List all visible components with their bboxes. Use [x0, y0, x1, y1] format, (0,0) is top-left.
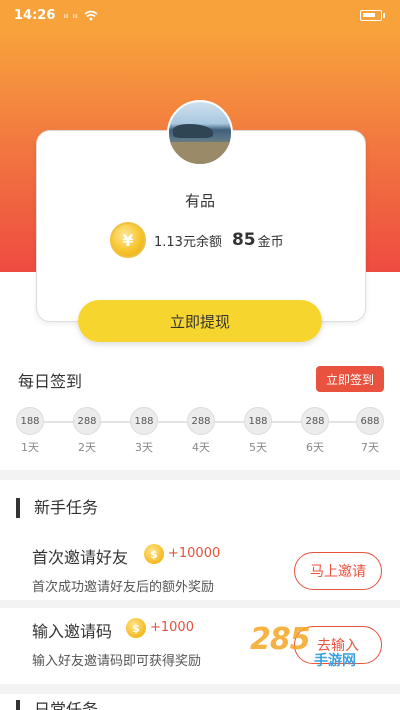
signin-day: 288 6天 — [300, 407, 330, 455]
signin-day-points: 188 — [130, 407, 158, 435]
signin-day: 288 2天 — [72, 407, 102, 455]
daily-signin-title: 每日签到 — [18, 372, 83, 391]
daily-tasks-title: 日常任务 — [16, 700, 98, 710]
signin-day-points: 188 — [244, 407, 272, 435]
withdraw-button[interactable]: 立即提现 — [78, 300, 322, 342]
signin-day: 288 4天 — [186, 407, 216, 455]
signin-day-label: 1天 — [21, 441, 39, 454]
status-bar: 14:26 ᵢₗₗ ᵢₗₗ — [0, 0, 400, 30]
avatar[interactable] — [167, 100, 233, 166]
cash-balance: 1.13元余额 — [154, 234, 222, 250]
signin-day-label: 3天 — [135, 441, 153, 454]
status-time: 14:26 — [14, 7, 56, 23]
signin-day: 688 7天 — [355, 407, 385, 455]
signal-icon: ᵢₗₗ — [63, 9, 69, 21]
section-divider — [0, 470, 400, 480]
signin-day-points: 688 — [356, 407, 384, 435]
task-reward: +1000 — [150, 620, 194, 635]
section-divider — [0, 684, 400, 694]
gold-amount: 85 — [231, 230, 256, 250]
coin-icon: $ — [144, 544, 164, 564]
task-divider — [0, 600, 400, 608]
battery-icon — [360, 10, 385, 21]
gold-unit: 金币 — [257, 234, 284, 250]
coin-icon: $ — [126, 618, 146, 638]
newbie-tasks-title: 新手任务 — [16, 498, 98, 518]
signal-icon-2: ᵢₗₗ — [72, 9, 78, 21]
gold-coin-icon: ¥ — [110, 222, 146, 258]
signin-day-label: 2天 — [78, 441, 96, 454]
task-name: 输入邀请码 — [32, 622, 113, 641]
signin-day-points: 288 — [187, 407, 215, 435]
signin-day: 188 1天 — [15, 407, 45, 455]
balance-row: ¥ 1.13元余额 85 金币 — [110, 222, 284, 258]
signin-day-label: 6天 — [306, 441, 324, 454]
invite-now-button[interactable]: 马上邀请 — [294, 552, 382, 590]
signin-day: 188 3天 — [129, 407, 159, 455]
wifi-icon — [84, 10, 98, 20]
signin-day-points: 188 — [16, 407, 44, 435]
watermark-text: 手游网 — [314, 653, 356, 669]
signin-day: 188 5天 — [243, 407, 273, 455]
watermark-number: 285 — [250, 622, 311, 657]
task-description: 首次成功邀请好友后的额外奖励 — [32, 580, 215, 595]
username: 有品 — [184, 192, 215, 210]
signin-day-label: 7天 — [361, 441, 379, 454]
task-reward: +10000 — [168, 546, 221, 561]
signin-day-label: 4天 — [192, 441, 210, 454]
watermark-logo: 285 手游网 — [232, 620, 392, 672]
signin-day-points: 288 — [301, 407, 329, 435]
signin-day-label: 5天 — [249, 441, 267, 454]
task-description: 输入好友邀请码即可获得奖励 — [32, 654, 202, 669]
task-name: 首次邀请好友 — [32, 548, 129, 567]
signin-day-points: 288 — [73, 407, 101, 435]
signin-button[interactable]: 立即签到 — [316, 366, 384, 392]
